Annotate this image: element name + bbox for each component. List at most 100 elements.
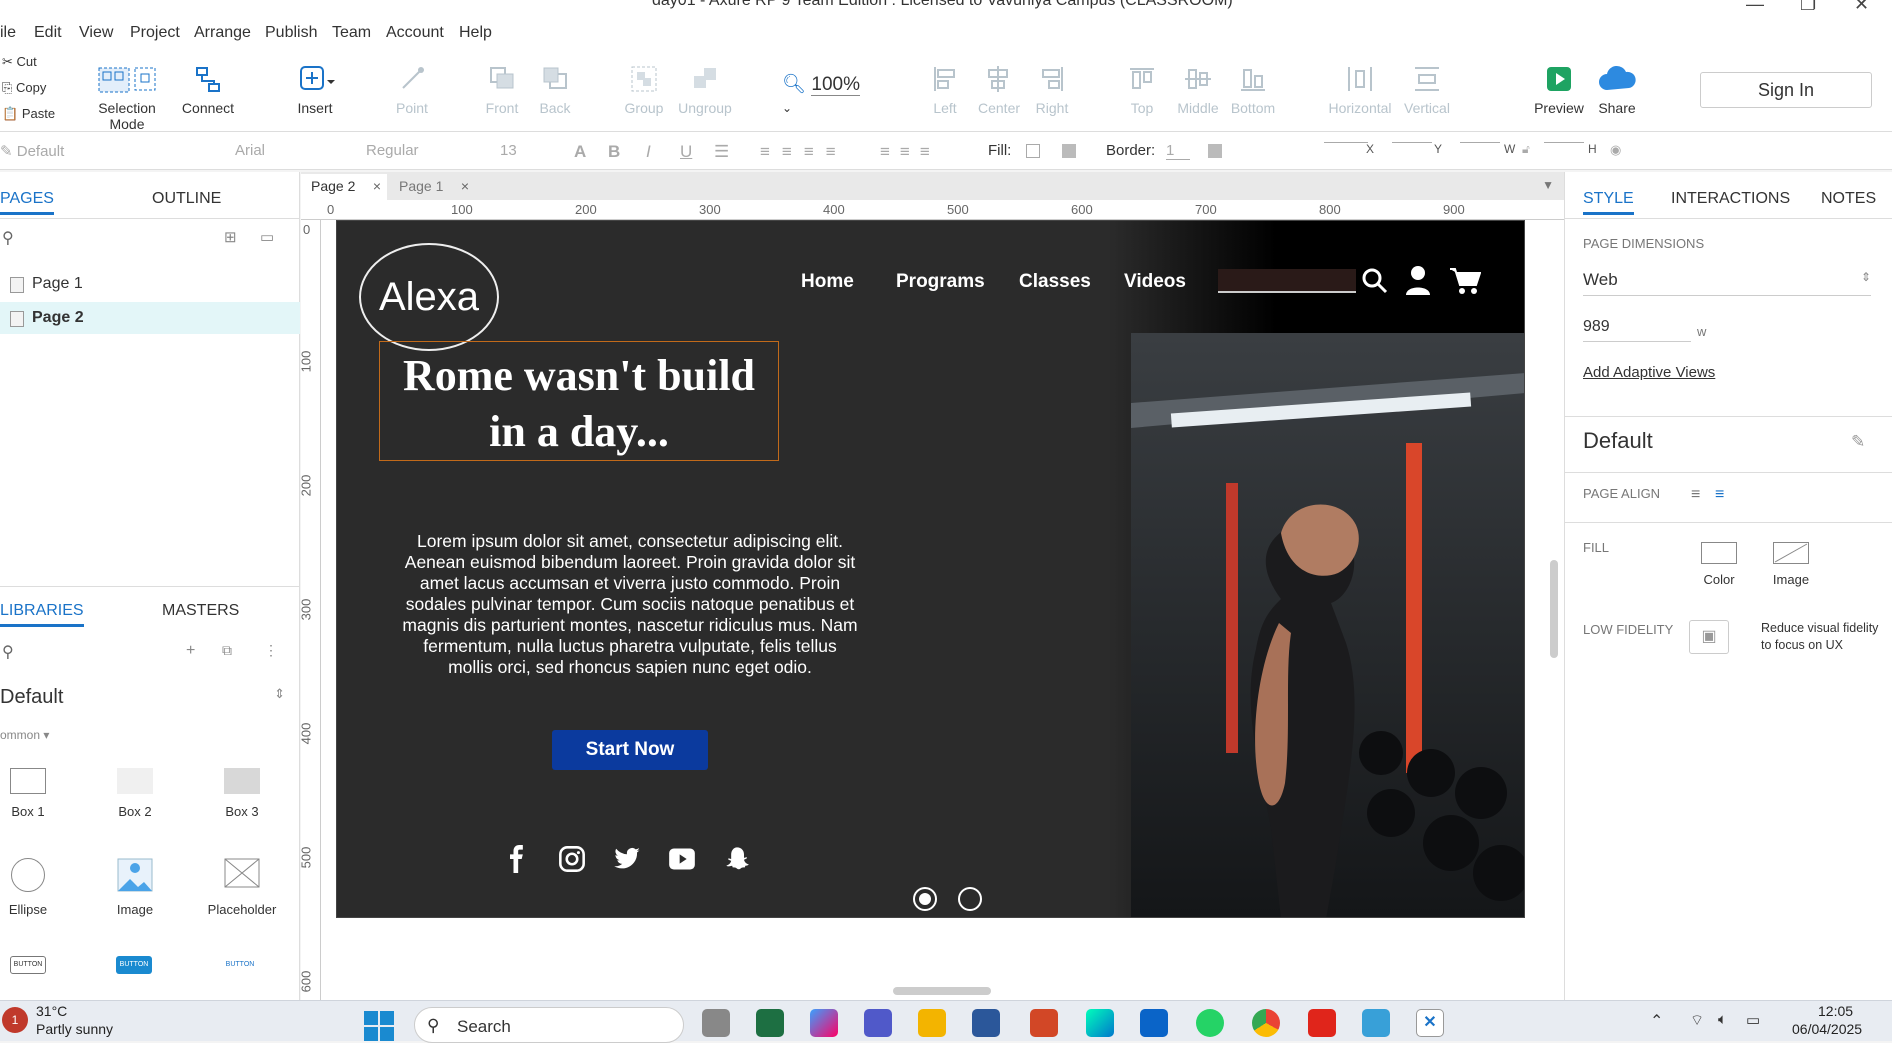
tabs-dropdown-icon[interactable]: ▼ bbox=[1542, 178, 1554, 192]
lib-placeholder[interactable]: Placeholder bbox=[192, 858, 292, 917]
add-folder-icon[interactable]: ▭ bbox=[260, 228, 274, 246]
search-icon[interactable]: ⚲ bbox=[2, 228, 14, 248]
close-tab-icon[interactable]: × bbox=[373, 178, 381, 194]
menu-help[interactable]: Help bbox=[459, 24, 492, 42]
youtube-icon[interactable] bbox=[668, 845, 696, 873]
align-right-button[interactable]: Right bbox=[1032, 64, 1072, 116]
menu-team[interactable]: Team bbox=[332, 24, 371, 42]
insert-button[interactable]: Insert bbox=[290, 64, 340, 116]
volume-icon[interactable]: 🔈︎ bbox=[1718, 1011, 1727, 1028]
page-item-2[interactable]: Page 2 bbox=[0, 302, 300, 334]
twitter-icon[interactable] bbox=[613, 845, 641, 873]
windows-start-icon[interactable] bbox=[364, 1011, 394, 1041]
ungroup-button[interactable]: Ungroup bbox=[678, 64, 732, 116]
task-view-icon[interactable] bbox=[702, 1009, 730, 1037]
fill-color-swatch[interactable] bbox=[1026, 144, 1040, 158]
outlook-icon[interactable] bbox=[1140, 1009, 1168, 1037]
close-tab-icon[interactable]: × bbox=[461, 178, 469, 194]
wifi-icon[interactable]: ⌔ bbox=[1690, 1011, 1704, 1030]
distribute-vertical-button[interactable]: Vertical bbox=[1400, 64, 1454, 116]
menu-arrange[interactable]: Arrange bbox=[194, 24, 251, 42]
selection-mode-button[interactable]: Selection Mode bbox=[80, 64, 174, 132]
lib-image[interactable]: Image bbox=[85, 858, 185, 917]
excel-icon[interactable] bbox=[756, 1009, 784, 1037]
lib-ellipse[interactable]: Ellipse bbox=[0, 858, 78, 917]
nav-home[interactable]: Home bbox=[801, 271, 854, 293]
pdf-reader-icon[interactable] bbox=[1308, 1009, 1336, 1037]
tab-masters[interactable]: MASTERS bbox=[162, 602, 239, 620]
sign-in-button[interactable]: Sign In bbox=[1700, 72, 1872, 108]
notepad-icon[interactable] bbox=[1362, 1009, 1390, 1037]
add-page-icon[interactable]: ⊞ bbox=[224, 228, 237, 246]
edge-icon[interactable] bbox=[1086, 1009, 1114, 1037]
valign-icons[interactable]: ≡≡≡ bbox=[880, 142, 940, 162]
page-item-1[interactable]: Page 1 bbox=[0, 268, 300, 300]
border-color-swatch[interactable] bbox=[1208, 144, 1222, 158]
slide-dot-active[interactable] bbox=[913, 887, 937, 911]
fill-image-swatch[interactable] bbox=[1062, 144, 1076, 158]
lib-box-2[interactable]: Box 2 bbox=[85, 768, 185, 819]
text-color-icon[interactable]: A bbox=[574, 142, 586, 162]
axure-icon[interactable]: ✕ bbox=[1416, 1009, 1444, 1037]
align-middle-button[interactable]: Middle bbox=[1175, 64, 1221, 116]
h-input[interactable] bbox=[1544, 142, 1584, 143]
tab-pages[interactable]: PAGES bbox=[0, 190, 54, 215]
whatsapp-icon[interactable] bbox=[1196, 1009, 1224, 1037]
menu-project[interactable]: Project bbox=[130, 24, 180, 42]
headline[interactable]: Rome wasn't build in a day... bbox=[379, 341, 779, 461]
fill-image-button[interactable]: Image bbox=[1761, 542, 1821, 587]
align-left-icon[interactable]: ≡ bbox=[1691, 486, 1700, 504]
align-center-button[interactable]: Center bbox=[978, 64, 1020, 116]
nav-classes[interactable]: Classes bbox=[1019, 271, 1091, 293]
file-explorer-icon[interactable] bbox=[918, 1009, 946, 1037]
lock-icon[interactable]: 🔓︎ bbox=[1522, 142, 1530, 157]
cart-icon[interactable] bbox=[1449, 267, 1481, 295]
tab-style[interactable]: STYLE bbox=[1583, 190, 1634, 215]
align-center-icon[interactable]: ≡ bbox=[1715, 486, 1724, 504]
library-select[interactable]: Default ⇕ bbox=[0, 686, 285, 709]
lib-button-link[interactable]: BUTTON bbox=[222, 956, 258, 974]
lib-button-primary[interactable]: BUTTON bbox=[116, 956, 152, 974]
weather-badge[interactable]: 1 bbox=[2, 1007, 28, 1033]
page-dimensions-select[interactable]: Web ⇕ bbox=[1583, 270, 1871, 296]
snapchat-icon[interactable] bbox=[723, 845, 751, 873]
search-icon[interactable] bbox=[1361, 267, 1389, 295]
y-input[interactable] bbox=[1392, 142, 1432, 143]
size-select[interactable]: 13 bbox=[500, 142, 517, 159]
group-button[interactable]: Group bbox=[622, 64, 666, 116]
battery-icon[interactable]: ▭ bbox=[1746, 1011, 1760, 1029]
copilot-icon[interactable] bbox=[810, 1009, 838, 1037]
copy-button[interactable]: ⎘ Copy bbox=[2, 80, 46, 96]
horizontal-scrollbar[interactable] bbox=[893, 987, 991, 995]
word-icon[interactable] bbox=[972, 1009, 1000, 1037]
nav-programs[interactable]: Programs bbox=[896, 271, 985, 293]
underline-icon[interactable]: U bbox=[680, 142, 692, 162]
close-icon[interactable]: ✕ bbox=[1854, 0, 1869, 14]
menu-edit[interactable]: Edit bbox=[34, 24, 62, 42]
tab-outline[interactable]: OUTLINE bbox=[152, 190, 221, 208]
weight-select[interactable]: Regular bbox=[366, 142, 419, 159]
italic-icon[interactable]: I bbox=[646, 142, 651, 162]
tab-page-1[interactable]: Page 1 × bbox=[389, 174, 475, 200]
preview-button[interactable]: Preview bbox=[1532, 64, 1586, 116]
section-common[interactable]: ommon ▾ bbox=[0, 728, 49, 742]
style-select[interactable]: ✎ Default bbox=[0, 142, 64, 160]
design-frame[interactable]: Alexa Home Programs Classes Videos Rome … bbox=[336, 220, 1525, 918]
vertical-scrollbar[interactable] bbox=[1550, 560, 1558, 658]
back-button[interactable]: Back bbox=[535, 64, 575, 116]
tab-libraries[interactable]: LIBRARIES bbox=[0, 602, 84, 627]
library-copy-icon[interactable]: ⧉ bbox=[222, 642, 232, 659]
page-width-input[interactable]: 989 bbox=[1583, 318, 1691, 342]
bullet-list-icon[interactable]: ☰ bbox=[714, 142, 729, 162]
distribute-horizontal-button[interactable]: Horizontal bbox=[1328, 64, 1392, 116]
front-button[interactable]: Front bbox=[482, 64, 522, 116]
align-top-button[interactable]: Top bbox=[1122, 64, 1162, 116]
menu-account[interactable]: Account bbox=[386, 24, 444, 42]
text-align-icons[interactable]: ≡≡≡≡ bbox=[760, 142, 848, 162]
minimize-icon[interactable]: — bbox=[1746, 0, 1764, 14]
user-icon[interactable] bbox=[1405, 265, 1431, 295]
slide-dot[interactable] bbox=[958, 887, 982, 911]
teams-icon[interactable] bbox=[864, 1009, 892, 1037]
lib-button-outline[interactable]: BUTTON bbox=[10, 956, 46, 974]
align-left-button[interactable]: Left bbox=[925, 64, 965, 116]
